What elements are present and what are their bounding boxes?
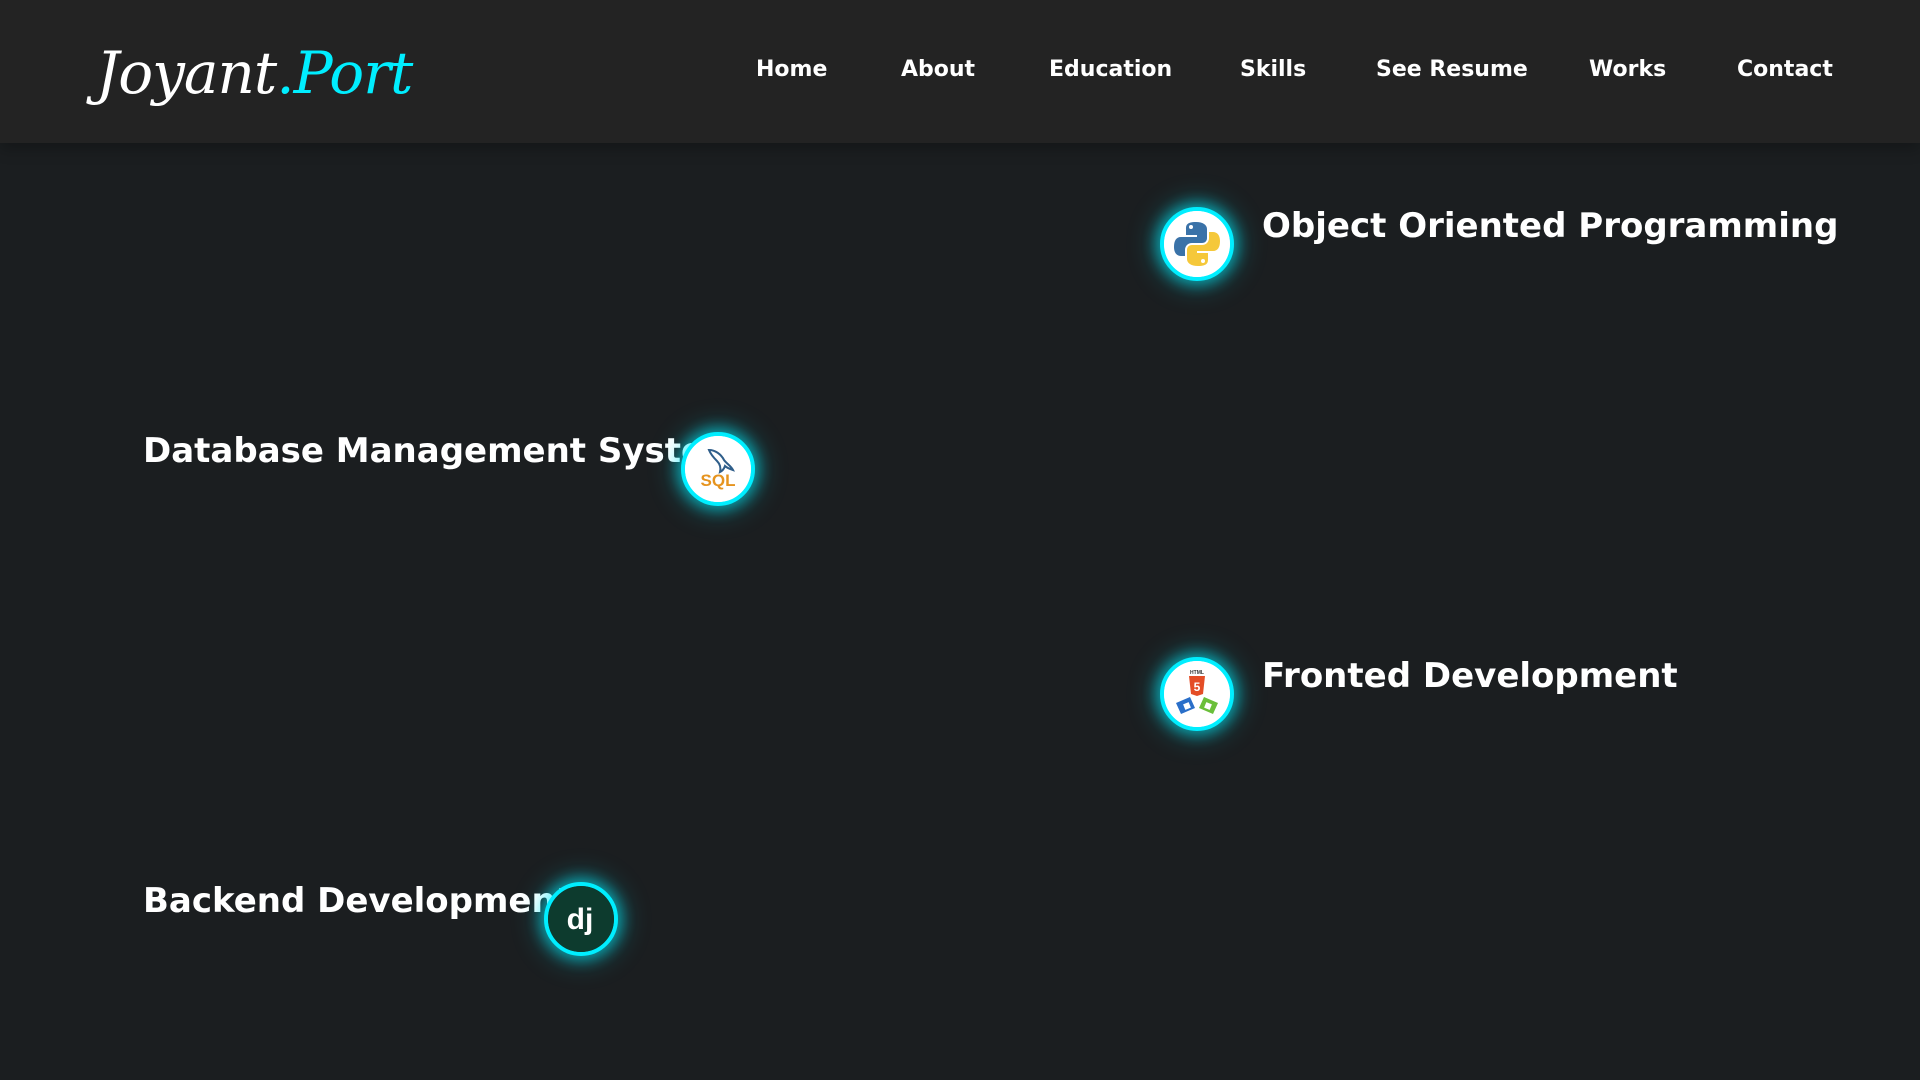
- html-label: HTML: [1190, 670, 1204, 676]
- skill-title-backend: Backend Development: [143, 881, 572, 921]
- skill-title-frontend: Fronted Development: [1262, 656, 1678, 696]
- nav-education[interactable]: Education: [1049, 52, 1172, 88]
- site-logo[interactable]: Joyant.Port: [96, 38, 413, 108]
- django-label: dj: [567, 903, 594, 936]
- django-icon: dj: [544, 882, 618, 956]
- nav-see-resume[interactable]: See Resume: [1376, 52, 1528, 88]
- sql-label: SQL: [701, 471, 736, 490]
- logo-accent-text: .Port: [276, 39, 413, 107]
- nav-works[interactable]: Works: [1589, 52, 1666, 88]
- skill-title-dbms: Database Management System: [143, 431, 740, 471]
- navbar: Joyant.Port Home About Education Skills …: [0, 0, 1920, 143]
- logo-main-text: Joyant: [96, 39, 277, 107]
- nav-skills[interactable]: Skills: [1240, 52, 1306, 88]
- nav-home[interactable]: Home: [756, 52, 827, 88]
- skill-title-oop: Object Oriented Programming: [1262, 206, 1839, 246]
- html-five-label: 5: [1194, 680, 1201, 694]
- nav-about[interactable]: About: [901, 52, 975, 88]
- html-css-js-icon: HTML 5: [1160, 657, 1234, 731]
- mysql-icon: SQL: [681, 432, 755, 506]
- nav-contact[interactable]: Contact: [1737, 52, 1833, 88]
- python-icon: [1160, 207, 1234, 281]
